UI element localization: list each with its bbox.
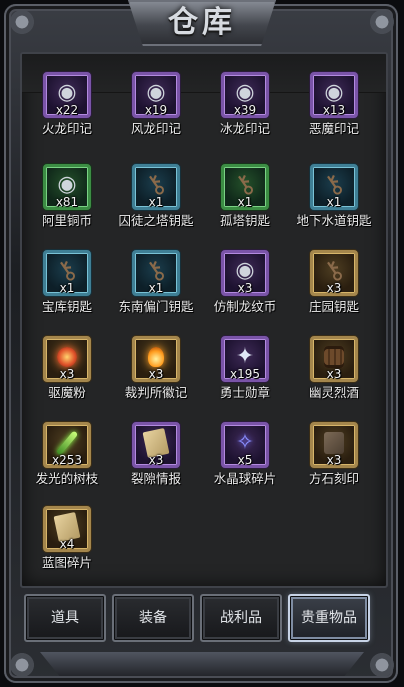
inventory-item[interactable]: ⚷ x1 囚徒之塔钥匙 [117, 164, 205, 244]
item-name: 风龙印记 [130, 121, 181, 136]
coin-icon: ◉ [57, 171, 77, 197]
item-name: 幽灵烈酒 [308, 385, 359, 400]
inventory-item[interactable]: ⚷ x1 东南偏门钥匙 [117, 250, 205, 330]
frame-corner-ornament [0, 0, 44, 44]
item-quantity: x1 [148, 281, 164, 295]
inventory-item[interactable]: ⚷ x1 宝库钥匙 [28, 250, 116, 330]
item-name: 火龙印记 [41, 121, 92, 136]
inventory-item[interactable]: ◉ x3 仿制龙纹币 [206, 250, 294, 330]
item-name: 裂隙情报 [130, 471, 181, 486]
item-quantity: x4 [59, 537, 75, 551]
inventory-item[interactable]: ✧ x5 水晶球碎片 [206, 422, 294, 502]
frame-corner-ornament [360, 0, 404, 44]
tab-loot[interactable]: 战利品 [200, 594, 282, 642]
item-name: 囚徒之塔钥匙 [118, 213, 194, 228]
item-name: 方石刻印 [308, 471, 359, 486]
item-grid: ◉ x22 火龙印记 ◉ x19 风龙印记 ◉ x39 冰龙印记 ◉ x13 恶魔印记 ◉ x81 阿里铜币… [22, 54, 386, 586]
item-name: 孤塔钥匙 [219, 213, 270, 228]
red-orb-icon [57, 346, 77, 367]
item-name: 地下水道钥匙 [296, 213, 372, 228]
item-quantity: x3 [59, 367, 75, 381]
item-name: 仿制龙纹币 [213, 299, 277, 314]
frame-corner-ornament [360, 643, 404, 687]
inventory-item[interactable]: ◉ x81 阿里铜币 [28, 164, 116, 244]
tab-items[interactable]: 道具 [24, 594, 106, 642]
item-name: 庄园钥匙 [308, 299, 359, 314]
stone-tablet-icon [324, 431, 344, 454]
item-name: 水晶球碎片 [213, 471, 277, 486]
category-tabs: 道具 装备 战利品 贵重物品 [20, 590, 384, 644]
coin-icon: ◉ [324, 79, 344, 105]
item-quantity: x3 [148, 453, 164, 467]
inventory-item[interactable]: x3 裁判所徽记 [117, 336, 205, 416]
item-quantity: x3 [326, 281, 342, 295]
inventory-item[interactable]: x3 驱魔粉 [28, 336, 116, 416]
item-name: 勇士勋章 [219, 385, 270, 400]
item-name: 冰龙印记 [219, 121, 270, 136]
item-quantity: x3 [148, 367, 164, 381]
window-title: 仓库 [168, 5, 236, 40]
item-name: 东南偏门钥匙 [118, 299, 194, 314]
inventory-item[interactable]: ⚷ x1 地下水道钥匙 [295, 164, 383, 244]
glowing-branch-icon [55, 429, 79, 456]
inventory-item[interactable]: x3 裂隙情报 [117, 422, 205, 502]
item-quantity: x3 [326, 453, 342, 467]
inventory-item[interactable]: x3 幽灵烈酒 [295, 336, 383, 416]
item-quantity: x19 [144, 103, 168, 117]
inventory-item[interactable]: ✦ x195 勇士勋章 [206, 336, 294, 416]
inventory-panel[interactable]: ◉ x22 火龙印记 ◉ x19 风龙印记 ◉ x39 冰龙印记 ◉ x13 恶魔印记 ◉ x81 阿里铜币… [20, 52, 388, 588]
item-quantity: x22 [55, 103, 79, 117]
inventory-item[interactable]: x253 发光的树枝 [28, 422, 116, 502]
inventory-item[interactable]: ⚷ x3 庄园钥匙 [295, 250, 383, 330]
item-name: 裁判所徽记 [124, 385, 188, 400]
item-quantity: x3 [326, 367, 342, 381]
inventory-item[interactable]: ⚷ x1 孤塔钥匙 [206, 164, 294, 244]
item-quantity: x5 [237, 453, 253, 467]
medal-icon: ✦ [235, 343, 255, 369]
item-quantity: x1 [59, 281, 75, 295]
inventory-item[interactable]: x4 蓝图碎片 [28, 506, 116, 586]
flame-badge-icon [148, 346, 164, 367]
frame-corner-ornament [0, 643, 44, 687]
coin-icon: ◉ [146, 79, 166, 105]
item-name: 阿里铜币 [41, 213, 92, 228]
coin-icon: ◉ [235, 257, 255, 283]
coin-icon: ◉ [235, 79, 255, 105]
item-quantity: x81 [55, 195, 79, 209]
item-quantity: x195 [229, 367, 260, 381]
item-quantity: x253 [51, 453, 82, 467]
item-name: 驱魔粉 [48, 385, 86, 400]
item-name: 蓝图碎片 [41, 555, 92, 570]
item-quantity: x1 [326, 195, 342, 209]
item-quantity: x1 [237, 195, 253, 209]
item-quantity: x3 [237, 281, 253, 295]
coin-icon: ◉ [57, 79, 77, 105]
frame-bottom-rim [40, 652, 364, 676]
item-name: 发光的树枝 [35, 471, 99, 486]
item-quantity: x13 [322, 103, 346, 117]
crystal-shard-icon: ✧ [235, 429, 255, 455]
item-quantity: x39 [233, 103, 257, 117]
inventory-item[interactable]: x3 方石刻印 [295, 422, 383, 502]
item-quantity: x1 [148, 195, 164, 209]
tab-valuables[interactable]: 贵重物品 [288, 594, 370, 642]
tab-equipment[interactable]: 装备 [112, 594, 194, 642]
item-name: 宝库钥匙 [41, 299, 92, 314]
barrel-icon [324, 345, 344, 368]
item-name: 恶魔印记 [308, 121, 359, 136]
